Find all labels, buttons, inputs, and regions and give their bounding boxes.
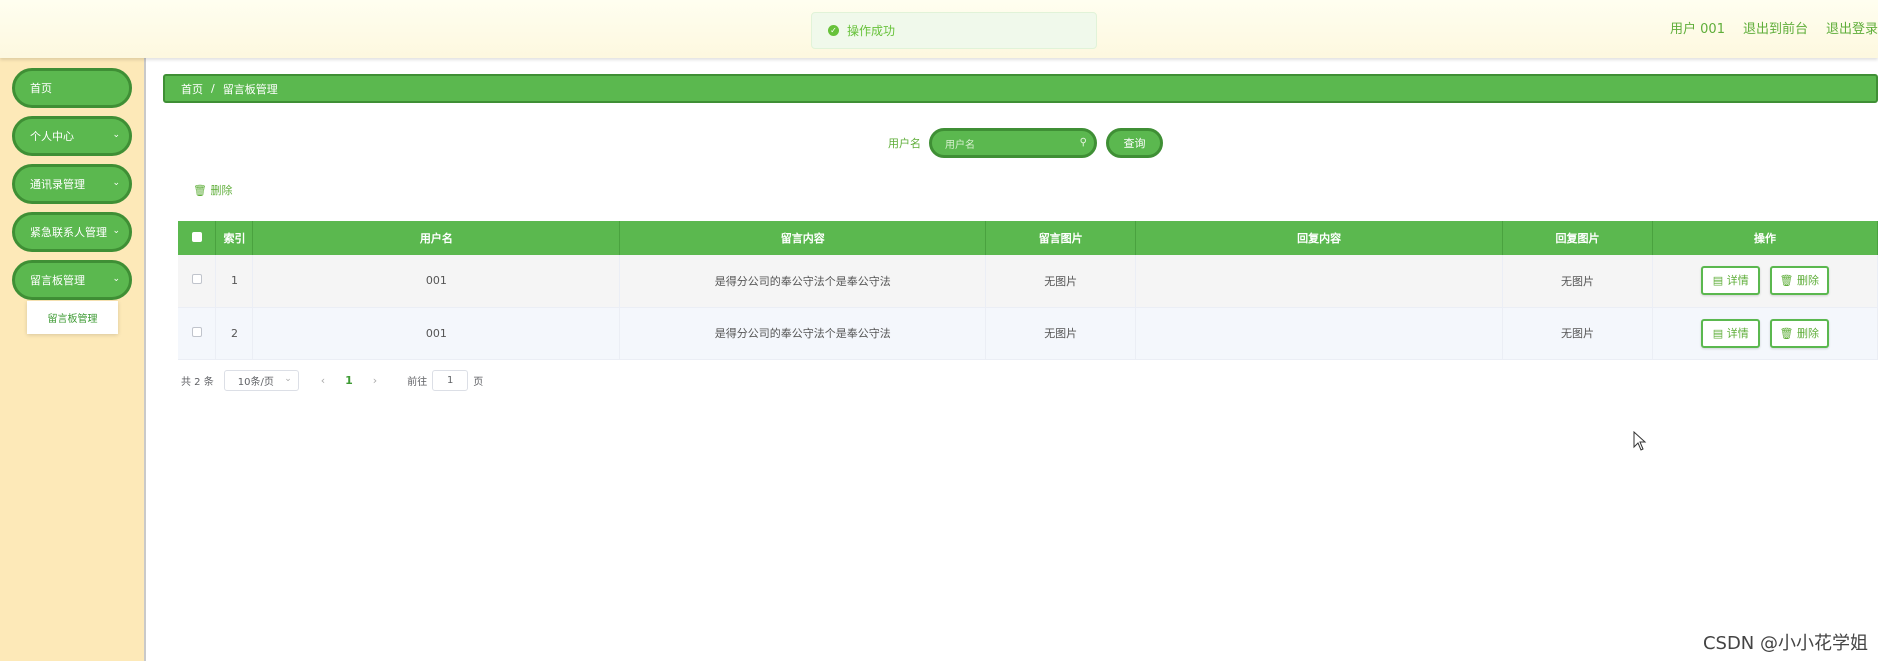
toast-text: 操作成功 <box>847 24 896 38</box>
goto-suffix: 页 <box>473 376 484 388</box>
trash-icon: 🗑 <box>193 184 207 197</box>
detail-button[interactable]: ▤ 详情 <box>1701 318 1761 348</box>
document-icon: ▤ <box>1712 326 1724 340</box>
watermark: CSDN @小小花学姐 <box>1702 633 1868 654</box>
delete-button[interactable]: 🗑 删除 <box>1769 318 1829 348</box>
row-checkbox[interactable] <box>191 326 202 337</box>
sidebar-item-personal-center[interactable]: 个人中心 ⌄ <box>12 116 132 156</box>
sidebar-item-label: 首页 <box>30 82 52 95</box>
cell-image: 无图片 <box>985 255 1137 308</box>
breadcrumb-current: 留言板管理 <box>222 82 278 96</box>
delete-label: 删除 <box>1796 326 1819 340</box>
cell-reply-image: 无图片 <box>1502 255 1653 308</box>
table-header-row: 索引 用户名 留言内容 留言图片 回复内容 回复图片 操作 <box>178 221 1878 255</box>
column-header: 留言内容 <box>619 221 987 255</box>
to-front-link[interactable]: 退出到前台 <box>1743 18 1808 38</box>
sidebar-item-label: 紧急联系人管理 <box>30 226 107 239</box>
message-table: 索引 用户名 留言内容 留言图片 回复内容 回复图片 操作 1 001 是得分公… <box>178 221 1878 360</box>
header-links: 用户 001 退出到前台 退出登录 <box>1670 18 1878 38</box>
pagination: 共 2 条 10条/页 ⌄ ‹ 1 › 前往 1 页 <box>181 369 483 391</box>
cell-index: 2 <box>215 307 254 360</box>
cell-content: 是得分公司的奉公守法个是奉公守法 <box>619 255 987 308</box>
cell-reply <box>1135 307 1504 360</box>
goto-prefix: 前往 <box>407 376 428 388</box>
breadcrumb: 首页 / 留言板管理 <box>163 74 1878 103</box>
sidebar-item-label: 个人中心 <box>30 130 74 143</box>
row-checkbox[interactable] <box>191 274 202 285</box>
user-label: 用户 001 <box>1670 22 1725 37</box>
check-circle-icon: ✓ <box>828 25 839 36</box>
top-header: ✓ 操作成功 用户 001 退出到前台 退出登录 <box>0 0 1878 58</box>
search-button[interactable]: 查询 <box>1106 128 1163 158</box>
delete-button[interactable]: 🗑 删除 <box>1769 266 1829 296</box>
column-header: 用户名 <box>252 221 621 255</box>
detail-button[interactable]: ▤ 详情 <box>1701 266 1761 296</box>
search-input[interactable]: 用户名 ⚲ <box>929 128 1097 158</box>
select-all-cell[interactable] <box>178 221 217 255</box>
sidebar: 首页 个人中心 ⌄ 通讯录管理 ⌄ 紧急联系人管理 ⌄ 留言板管理 ⌄ <box>0 58 146 661</box>
trash-icon: 🗑 <box>1779 326 1794 340</box>
logout-link[interactable]: 退出登录 <box>1826 18 1878 38</box>
search-icon: ⚲ <box>1079 137 1087 148</box>
cell-username: 001 <box>252 255 621 308</box>
detail-label: 详情 <box>1726 326 1749 340</box>
bulk-delete-button[interactable]: 🗑 删除 <box>193 182 232 198</box>
column-header: 回复图片 <box>1502 221 1653 255</box>
chevron-down-icon: ⌄ <box>284 373 292 384</box>
cell-reply <box>1135 255 1504 308</box>
table-row: 2 001 是得分公司的奉公守法个是奉公守法 无图片 无图片 ▤ 详情 🗑 删除 <box>178 307 1878 360</box>
cell-username: 001 <box>252 307 621 360</box>
page-size-select[interactable]: 10条/页 ⌄ <box>223 369 299 391</box>
select-all-checkbox[interactable] <box>191 231 202 242</box>
trash-icon: 🗑 <box>1779 274 1794 288</box>
column-header: 索引 <box>215 221 254 255</box>
column-header: 操作 <box>1652 221 1878 255</box>
column-header: 回复内容 <box>1135 221 1504 255</box>
document-icon: ▤ <box>1712 274 1724 288</box>
sidebar-item-label: 通讯录管理 <box>30 178 85 191</box>
delete-label: 删除 <box>1796 274 1819 288</box>
next-page-button[interactable]: › <box>373 374 377 387</box>
cell-reply-image: 无图片 <box>1502 307 1653 360</box>
pagination-total: 共 2 条 <box>181 376 214 388</box>
current-page-number[interactable]: 1 <box>345 374 353 387</box>
cell-index: 1 <box>215 255 254 308</box>
success-toast: ✓ 操作成功 <box>811 12 1097 49</box>
sidebar-item-home[interactable]: 首页 <box>12 68 132 108</box>
breadcrumb-separator: / <box>211 82 215 95</box>
column-header: 留言图片 <box>985 221 1137 255</box>
goto-page-input[interactable]: 1 <box>432 369 469 391</box>
table-row: 1 001 是得分公司的奉公守法个是奉公守法 无图片 无图片 ▤ 详情 🗑 删除 <box>178 255 1878 308</box>
cell-image: 无图片 <box>985 307 1137 360</box>
sidebar-item-label: 留言板管理 <box>30 274 85 287</box>
breadcrumb-home[interactable]: 首页 <box>181 81 203 97</box>
detail-label: 详情 <box>1726 274 1749 288</box>
cell-actions: ▤ 详情 🗑 删除 <box>1652 255 1878 308</box>
sidebar-item-message-board[interactable]: 留言板管理 ⌄ <box>12 260 132 300</box>
chevron-down-icon: ⌄ <box>112 130 120 140</box>
mouse-cursor-icon <box>1633 431 1647 451</box>
chevron-down-icon: ⌄ <box>112 226 120 236</box>
search-placeholder: 用户名 <box>945 139 975 151</box>
cell-actions: ▤ 详情 🗑 删除 <box>1652 307 1878 360</box>
sidebar-item-emergency-contacts[interactable]: 紧急联系人管理 ⌄ <box>12 212 132 252</box>
cell-content: 是得分公司的奉公守法个是奉公守法 <box>619 307 987 360</box>
sidebar-item-contacts[interactable]: 通讯录管理 ⌄ <box>12 164 132 204</box>
chevron-down-icon: ⌄ <box>112 274 120 284</box>
chevron-down-icon: ⌄ <box>112 178 120 188</box>
prev-page-button[interactable]: ‹ <box>321 374 325 387</box>
search-label: 用户名 <box>888 137 921 150</box>
submenu-message-board[interactable]: 留言板管理 <box>27 301 118 334</box>
bulk-delete-label: 删除 <box>210 184 233 197</box>
page-size-value: 10条/页 <box>237 376 274 388</box>
